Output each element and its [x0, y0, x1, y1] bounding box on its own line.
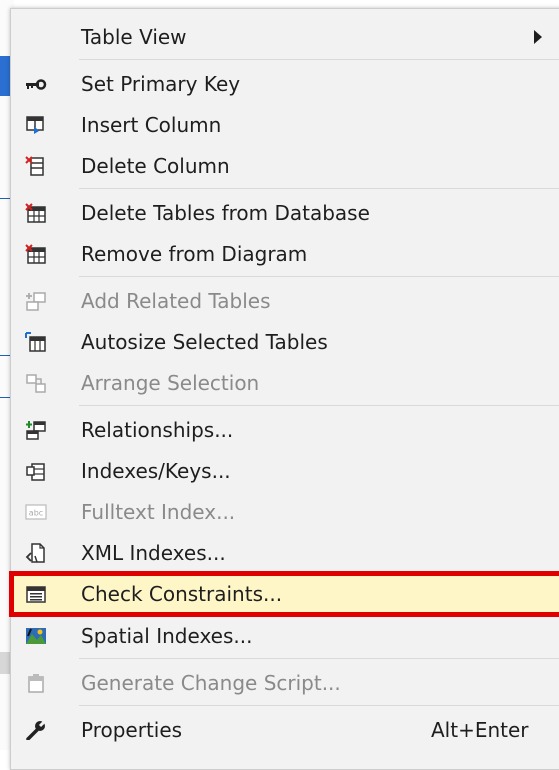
- menu-item-delete-column[interactable]: Delete Column: [12, 146, 559, 186]
- menu-item-fulltext-index[interactable]: abc Fulltext Index...: [12, 492, 559, 532]
- related-tables-icon: [25, 291, 47, 311]
- menu-item-label: Set Primary Key: [81, 72, 241, 96]
- menu-item-label: Delete Column: [81, 154, 230, 178]
- menu-item-generate-change-script[interactable]: Generate Change Script...: [12, 663, 559, 703]
- menu-item-xml-indexes[interactable]: XML Indexes...: [12, 533, 559, 573]
- remove-table-icon: [25, 244, 47, 264]
- wrench-icon: [25, 720, 47, 740]
- menu-item-label: XML Indexes...: [81, 541, 226, 565]
- menu-item-spatial-indexes[interactable]: Spatial Indexes...: [12, 616, 559, 656]
- menu-item-arrange-selection[interactable]: Arrange Selection: [12, 363, 559, 403]
- autosize-icon: [25, 332, 47, 352]
- menu-item-label: Properties: [81, 718, 183, 742]
- menu-separator: [79, 705, 559, 706]
- menu-item-label: Remove from Diagram: [81, 242, 308, 266]
- menu-item-shortcut: Alt+Enter: [431, 718, 529, 742]
- menu-item-label: Fulltext Index...: [81, 500, 236, 524]
- menu-separator: [79, 658, 559, 659]
- spatial-index-icon: [25, 626, 47, 646]
- menu-separator: [79, 59, 559, 60]
- script-icon: [25, 673, 47, 693]
- menu-item-label: Generate Change Script...: [81, 671, 341, 695]
- menu-item-insert-column[interactable]: Insert Column: [12, 105, 559, 145]
- menu-item-label: Relationships...: [81, 418, 234, 442]
- menu-item-label: Check Constraints...: [81, 582, 283, 606]
- menu-item-label: Arrange Selection: [81, 371, 260, 395]
- insert-column-icon: [25, 115, 47, 135]
- arrange-icon: [25, 373, 47, 393]
- menu-item-properties[interactable]: Properties Alt+Enter: [12, 710, 559, 750]
- index-icon: [25, 461, 47, 481]
- menu-item-indexes-keys[interactable]: Indexes/Keys...: [12, 451, 559, 491]
- menu-item-label: Add Related Tables: [81, 289, 271, 313]
- menu-item-label: Insert Column: [81, 113, 222, 137]
- menu-item-set-primary-key[interactable]: Set Primary Key: [12, 64, 559, 104]
- svg-text:abc: abc: [29, 509, 43, 518]
- fulltext-icon: abc: [25, 502, 47, 522]
- menu-item-label: Table View: [81, 25, 187, 49]
- menu-item-check-constraints[interactable]: Check Constraints...: [12, 574, 559, 614]
- context-menu: Table View Set Primary Key Insert Column…: [9, 8, 559, 770]
- delete-table-icon: [25, 203, 47, 223]
- key-icon: [25, 74, 47, 94]
- xml-index-icon: [25, 543, 47, 563]
- menu-item-remove-from-diagram[interactable]: Remove from Diagram: [12, 234, 559, 274]
- menu-item-label: Indexes/Keys...: [81, 459, 231, 483]
- menu-item-label: Spatial Indexes...: [81, 624, 253, 648]
- menu-item-label: Autosize Selected Tables: [81, 330, 328, 354]
- menu-item-label: Delete Tables from Database: [81, 201, 370, 225]
- delete-column-icon: [25, 156, 47, 176]
- menu-item-table-view[interactable]: Table View: [12, 17, 559, 57]
- menu-separator: [79, 276, 559, 277]
- relationship-icon: [25, 420, 47, 440]
- check-constraint-icon: [25, 584, 47, 604]
- menu-item-relationships[interactable]: Relationships...: [12, 410, 559, 450]
- menu-item-add-related-tables[interactable]: Add Related Tables: [12, 281, 559, 321]
- menu-separator: [79, 405, 559, 406]
- menu-separator: [79, 188, 559, 189]
- menu-item-delete-tables[interactable]: Delete Tables from Database: [12, 193, 559, 233]
- menu-item-autosize-tables[interactable]: Autosize Selected Tables: [12, 322, 559, 362]
- submenu-arrow-icon: [534, 30, 542, 44]
